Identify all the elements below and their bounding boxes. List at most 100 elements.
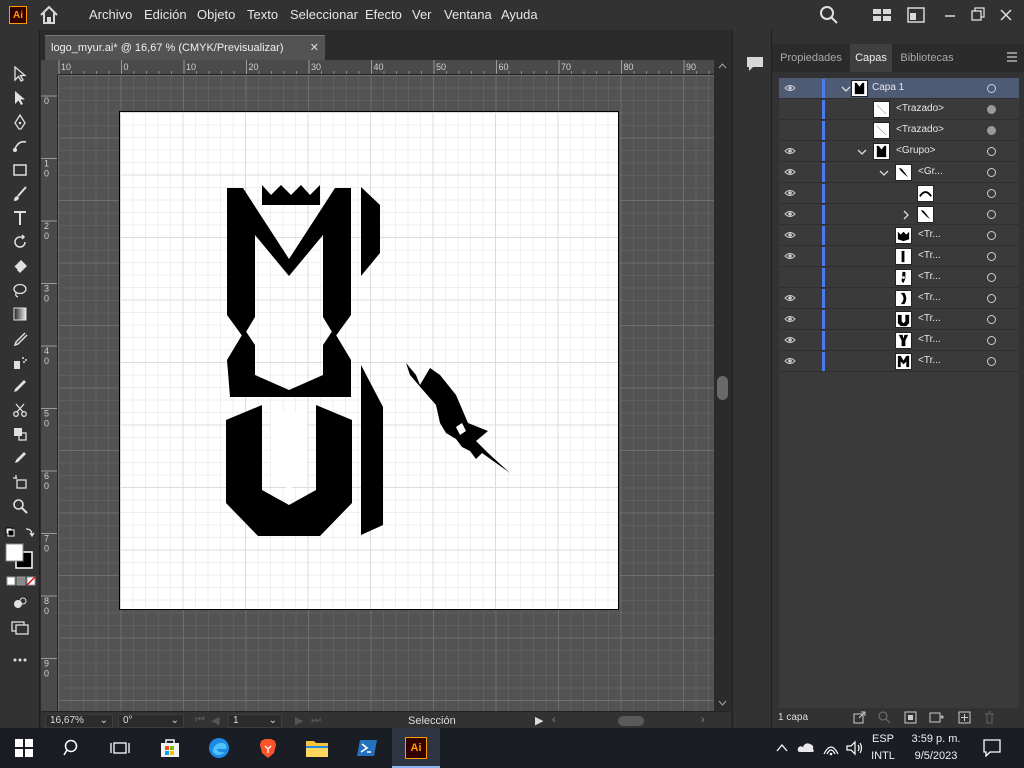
layer-target-icon[interactable] (987, 231, 996, 240)
fill-stroke-swatch[interactable] (4, 542, 36, 570)
gradient-tool-icon[interactable] (9, 303, 31, 325)
windows-start-icon[interactable] (12, 736, 36, 760)
lasso-tool-icon[interactable] (9, 279, 31, 301)
chevron-down-icon[interactable]: ⌄ (100, 715, 108, 727)
layer-name[interactable]: <Grupo> (896, 145, 935, 156)
layer-target-icon[interactable] (987, 252, 996, 261)
symbol-sprayer-tool-icon[interactable] (9, 351, 31, 373)
next-artboard-icon[interactable]: ▶ (295, 714, 303, 727)
scroll-right-icon[interactable]: › (701, 714, 705, 726)
keyboard-layout[interactable]: INTL (868, 750, 898, 762)
clock-date[interactable]: 9/5/2023 (902, 750, 970, 762)
layer-row[interactable]: <Trazado> (779, 120, 1019, 141)
layer-name[interactable]: Capa 1 (872, 82, 904, 93)
menu-archivo[interactable]: Archivo (89, 7, 132, 22)
layer-row[interactable]: Capa 1 (779, 78, 1019, 99)
horizontal-ruler[interactable]: 10 0 10 20 30 40 50 60 70 80 90 (58, 60, 714, 75)
visibility-eye-icon[interactable] (784, 292, 796, 304)
show-hidden-icons-icon[interactable] (776, 742, 788, 756)
artboard-number-field[interactable]: 1 ⌄ (228, 714, 282, 728)
network-icon[interactable] (822, 740, 840, 759)
layer-name[interactable]: <Tr... (918, 355, 941, 366)
screen-mode-icon[interactable] (9, 616, 31, 638)
zoom-tool-icon[interactable] (9, 495, 31, 517)
tab-capas[interactable]: Capas (850, 44, 892, 72)
type-tool-icon[interactable] (9, 207, 31, 229)
clock-time[interactable]: 3:59 p. m. (902, 733, 970, 745)
layer-name[interactable]: <Trazado> (896, 124, 944, 135)
edge-browser-icon[interactable] (207, 736, 231, 760)
vertical-scrollbar[interactable] (714, 60, 731, 711)
volume-icon[interactable] (846, 740, 864, 759)
visibility-toggle[interactable] (784, 124, 796, 136)
scroll-left-icon[interactable]: ‹ (552, 714, 556, 726)
layer-row[interactable] (779, 204, 1019, 225)
rectangle-tool-icon[interactable] (9, 159, 31, 181)
selection-tool-icon[interactable] (9, 63, 31, 85)
notification-center-icon[interactable] (983, 739, 1001, 760)
layer-row[interactable]: <Tr... (779, 330, 1019, 351)
visibility-toggle[interactable] (784, 271, 796, 283)
visibility-toggle[interactable] (784, 103, 796, 115)
color-modes-icon[interactable] (4, 574, 36, 588)
chevron-down-icon[interactable]: ⌄ (269, 715, 277, 727)
curvature-tool-icon[interactable] (9, 135, 31, 157)
layer-target-icon[interactable] (987, 189, 996, 198)
scissors-tool-icon[interactable] (9, 399, 31, 421)
chevron-right-icon[interactable] (901, 209, 911, 220)
vertical-ruler[interactable]: 0102030405060708090 (41, 75, 58, 711)
menu-objeto[interactable]: Objeto (197, 7, 235, 22)
shape-builder-tool-icon[interactable] (9, 423, 31, 445)
layer-target-icon[interactable] (987, 294, 996, 303)
more-tools-icon[interactable] (9, 649, 31, 671)
visibility-eye-icon[interactable] (784, 82, 796, 94)
visibility-eye-icon[interactable] (784, 166, 796, 178)
chevron-down-icon[interactable] (879, 167, 889, 177)
new-layer-icon[interactable] (958, 711, 971, 727)
previous-artboard-icon[interactable]: ◀ (211, 714, 219, 727)
layer-row[interactable]: <Grupo> (779, 141, 1019, 162)
panel-menu-icon[interactable] (1006, 51, 1018, 66)
export-icon[interactable] (853, 711, 866, 727)
menu-seleccionar[interactable]: Seleccionar (290, 7, 358, 22)
layer-name[interactable]: <Trazado> (896, 103, 944, 114)
home-icon[interactable] (38, 4, 60, 26)
layer-name[interactable]: <Tr... (918, 229, 941, 240)
arrange-documents-icon[interactable] (906, 5, 926, 28)
visibility-eye-icon[interactable] (784, 313, 796, 325)
new-sublayer-icon[interactable] (929, 711, 945, 727)
powershell-icon[interactable] (355, 736, 379, 760)
search-icon[interactable] (819, 5, 839, 28)
layer-row[interactable]: <Tr... (779, 246, 1019, 267)
layer-row[interactable] (779, 183, 1019, 204)
layer-target-icon[interactable] (987, 126, 996, 135)
keyboard-language[interactable]: ESP (868, 733, 898, 745)
first-artboard-icon[interactable]: ⏮ (195, 714, 205, 727)
scroll-down-icon[interactable] (718, 700, 727, 706)
task-view-icon[interactable] (108, 736, 132, 760)
layer-name[interactable]: <Tr... (918, 334, 941, 345)
layer-row[interactable]: <Tr... (779, 351, 1019, 372)
logo-artwork[interactable] (58, 75, 714, 711)
canvas-area[interactable] (58, 75, 714, 711)
direct-selection-tool-icon[interactable] (9, 87, 31, 109)
artboard-tool-icon[interactable] (9, 471, 31, 493)
onedrive-cloud-icon[interactable] (797, 741, 815, 756)
menu-ventana[interactable]: Ventana (444, 7, 492, 22)
rotation-field[interactable]: 0° ⌄ (118, 714, 184, 728)
taskbar-search-icon[interactable] (60, 736, 84, 760)
menu-efecto[interactable]: Efecto (365, 7, 402, 22)
layer-row[interactable]: <Tr... (779, 225, 1019, 246)
layer-name[interactable]: <Tr... (918, 250, 941, 261)
visibility-eye-icon[interactable] (784, 355, 796, 367)
microsoft-store-icon[interactable] (158, 736, 182, 760)
visibility-eye-icon[interactable] (784, 229, 796, 241)
layer-row[interactable]: <Tr... (779, 309, 1019, 330)
chevron-down-icon[interactable]: ⌄ (171, 715, 179, 727)
eyedropper-tool-icon[interactable] (9, 327, 31, 349)
search-layer-icon[interactable] (878, 711, 891, 727)
layer-name[interactable]: <Tr... (918, 292, 941, 303)
document-tab[interactable]: logo_myur.ai* @ 16,67 % (CMYK/Previsuali… (45, 35, 325, 60)
layer-name[interactable]: <Tr... (918, 271, 941, 282)
pen-tool-icon[interactable] (9, 111, 31, 133)
